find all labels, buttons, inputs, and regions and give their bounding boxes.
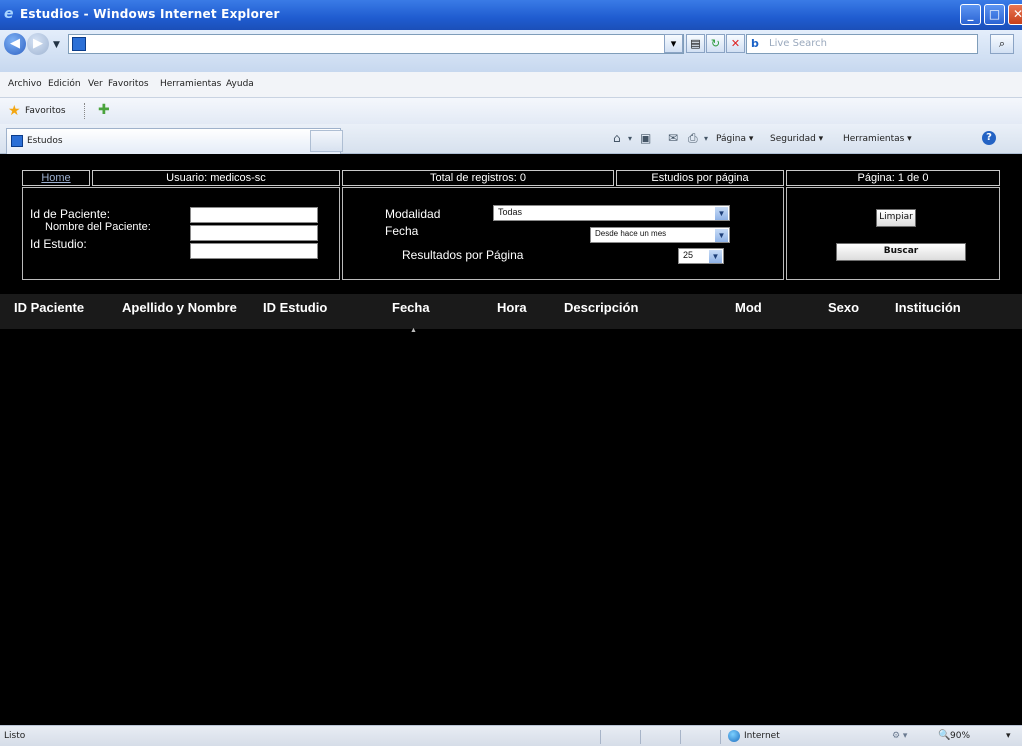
search-placeholder: Live Search [769, 38, 827, 49]
stop-icon[interactable]: ✕ [726, 34, 745, 53]
study-id-label: Id Estudio: [30, 237, 87, 251]
security-menu[interactable]: Seguridad ▾ [770, 134, 823, 144]
menu-bar: Archivo Edición Ver Favoritos Herramient… [0, 72, 1022, 98]
modality-value: Todas [498, 207, 523, 217]
menu-ayuda[interactable]: Ayuda [226, 79, 254, 89]
patient-id-label: Id de Paciente: [30, 207, 111, 221]
tab-bar: Estudos ⌂ ▾ ▣ ✉ ⎙ ▾ Página ▾ Seguridad ▾… [0, 124, 1022, 154]
refresh-icon[interactable]: ↻ [706, 34, 725, 53]
window-title: Estudios - Windows Internet Explorer [20, 7, 280, 21]
date-label: Fecha [385, 224, 419, 238]
internet-zone-icon [728, 730, 740, 742]
add-favorite-icon[interactable]: ✚ [98, 102, 110, 118]
chevron-down-icon: ▼ [715, 229, 728, 242]
feeds-icon[interactable]: ▣ [640, 131, 651, 145]
results-table-header: ID Paciente Apellido y Nombre ID Estudio… [0, 294, 1022, 329]
modality-select[interactable]: Todas ▼ [493, 205, 730, 221]
patient-id-input[interactable] [190, 207, 318, 223]
study-id-input[interactable] [190, 243, 318, 259]
date-select[interactable]: Desde hace un mes ▼ [590, 227, 730, 243]
search-input[interactable]: b Live Search [746, 34, 978, 54]
zoom-dropdown-icon[interactable]: ▾ [1006, 731, 1011, 741]
results-per-page-label: Resultados por Página [402, 248, 524, 262]
menu-edicion[interactable]: Edición [48, 79, 81, 89]
per-page-label: Estudios por página [616, 170, 784, 186]
status-bar: Listo Internet ⚙ ▾ 🔍 90% ▾ [0, 725, 1022, 746]
favorites-separator [84, 103, 85, 119]
forward-button[interactable]: ▶ [27, 33, 49, 55]
favorites-button[interactable]: Favoritos [25, 106, 66, 116]
new-tab-button[interactable] [310, 130, 343, 152]
col-id-estudio[interactable]: ID Estudio [263, 300, 327, 315]
security-zone: Internet [744, 731, 780, 741]
col-fecha[interactable]: Fecha [392, 300, 430, 315]
status-separator [680, 730, 681, 744]
mail-icon[interactable]: ✉ [668, 131, 678, 145]
status-text: Listo [4, 731, 26, 741]
col-id-paciente[interactable]: ID Paciente [14, 300, 84, 315]
results-per-page-select[interactable]: 25 ▼ [678, 248, 724, 264]
results-per-page-value: 25 [683, 250, 694, 260]
title-bar: e Estudios - Windows Internet Explorer _… [0, 0, 1022, 30]
favorites-star-icon[interactable]: ★ [8, 103, 21, 119]
print-dropdown-icon[interactable]: ▾ [704, 134, 708, 143]
search-button[interactable]: Buscar [836, 243, 966, 261]
help-icon[interactable]: ? [982, 131, 996, 145]
favorites-bar: ★ Favoritos ✚ [0, 98, 1022, 124]
print-icon[interactable]: ⎙ [688, 131, 698, 146]
col-mod[interactable]: Mod [735, 300, 762, 315]
live-search-icon: b [751, 37, 759, 50]
home-icon[interactable]: ⌂ [613, 131, 621, 145]
zoom-level[interactable]: 90% [950, 731, 970, 741]
minimize-button[interactable]: _ [960, 4, 981, 25]
page-content: Home Usuario: medicos-sc Total de regist… [0, 155, 1022, 725]
back-button[interactable]: ◀ [4, 33, 26, 55]
browser-window: e Estudios - Windows Internet Explorer _… [0, 0, 1022, 746]
col-descripcion[interactable]: Descripción [564, 300, 638, 315]
home-link[interactable]: Home [41, 172, 70, 184]
url-dropdown-icon[interactable]: ▾ [664, 34, 683, 53]
menu-archivo[interactable]: Archivo [8, 79, 42, 89]
tools-menu[interactable]: Herramientas ▾ [843, 134, 912, 144]
total-records: Total de registros: 0 [342, 170, 614, 186]
menu-herramientas[interactable]: Herramientas [160, 79, 221, 89]
home-link-box: Home [22, 170, 90, 186]
page-info: Página: 1 de 0 [786, 170, 1000, 186]
results-table-body [0, 329, 1022, 725]
col-apellido-nombre[interactable]: Apellido y Nombre [122, 300, 237, 315]
status-separator [720, 730, 721, 744]
menu-favoritos[interactable]: Favoritos [108, 79, 149, 89]
user-info: Usuario: medicos-sc [92, 170, 340, 186]
close-button[interactable]: ✕ [1008, 4, 1022, 25]
zoom-icon[interactable]: 🔍 [938, 730, 950, 741]
search-button-icon[interactable]: ⌕ [990, 34, 1014, 54]
status-separator [600, 730, 601, 744]
date-value: Desde hace un mes [595, 229, 667, 238]
ie-logo-icon: e [4, 6, 14, 22]
modality-label: Modalidad [385, 207, 441, 221]
patient-name-label: Nombre del Paciente: [45, 221, 151, 233]
menu-ver[interactable]: Ver [88, 79, 103, 89]
home-dropdown-icon[interactable]: ▾ [628, 134, 632, 143]
page-menu[interactable]: Página ▾ [716, 134, 753, 144]
col-sexo[interactable]: Sexo [828, 300, 859, 315]
col-institucion[interactable]: Institución [895, 300, 961, 315]
tab-page-icon [11, 135, 23, 147]
compat-view-icon[interactable]: ▤ [686, 34, 705, 53]
patient-name-input[interactable] [190, 225, 318, 241]
url-input[interactable] [68, 34, 684, 54]
chevron-down-icon: ▼ [715, 207, 728, 220]
tab-estudos[interactable]: Estudos [6, 128, 341, 154]
page-icon [72, 37, 86, 51]
clear-button[interactable]: Limpiar [876, 209, 916, 227]
chevron-down-icon: ▼ [709, 250, 722, 263]
tab-label: Estudos [27, 136, 63, 146]
col-hora[interactable]: Hora [497, 300, 527, 315]
address-bar: ◀ ▶ ▼ ▾ ▤ ↻ ✕ b Live Search ⌕ [0, 30, 1022, 72]
maximize-button[interactable]: □ [984, 4, 1005, 25]
status-separator [640, 730, 641, 744]
actions-panel [786, 187, 1000, 280]
protected-mode-icon[interactable]: ⚙ ▾ [892, 731, 907, 741]
history-dropdown-icon[interactable]: ▼ [53, 40, 60, 50]
